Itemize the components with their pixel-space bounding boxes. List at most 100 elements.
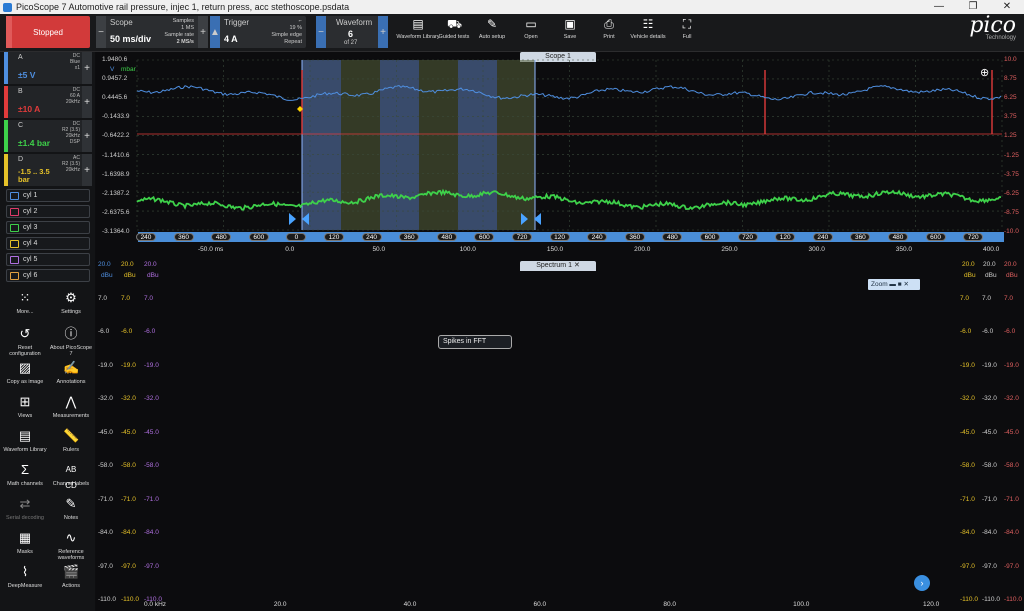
channel-b-plus-button[interactable]: + xyxy=(82,86,92,118)
timebase-increase-button[interactable]: + xyxy=(198,16,208,48)
channel-c[interactable]: C ±1.4 bar DC R2 (3.5) 20kHz DSP + xyxy=(4,120,92,152)
rulers-button[interactable]: 📏 Rulers xyxy=(48,426,94,464)
trigger-level[interactable]: 4 A xyxy=(224,34,238,44)
channel-b-range[interactable]: ±10 A xyxy=(18,104,40,114)
scope-left-tick: -3.1364.0 xyxy=(102,227,130,235)
waveform-prev-button[interactable]: − xyxy=(316,16,326,48)
crank-angle-label: 600 xyxy=(925,233,946,241)
channel-d[interactable]: D -1.5 .. 3.5 bar AC R2 (3.5) 20kHz + xyxy=(4,154,92,186)
spectrum-right-tick: -110.0 xyxy=(960,596,978,603)
wand-icon: ✎ xyxy=(486,17,498,31)
spectrum-right-tick-3: -58.0 xyxy=(1004,462,1019,470)
math-channel-cyl-6[interactable]: cyl 6 xyxy=(6,269,90,282)
measurements-button[interactable]: ⋀ Measurements xyxy=(48,392,94,430)
views-icon: ⊞ xyxy=(19,394,31,409)
zoom-overview-box[interactable]: Zoom ▬ ■ ✕ xyxy=(868,279,920,290)
spectrum-left-tick: 7.0 xyxy=(98,295,108,302)
full-screen-button[interactable]: ⛶ Full xyxy=(665,17,709,49)
serial-decoding-button[interactable]: ⇄ Serial decoding xyxy=(2,494,48,532)
channel-c-range[interactable]: ±1.4 bar xyxy=(18,138,50,148)
open-button[interactable]: ▭ Open xyxy=(509,17,553,49)
crank-angle-label: 120 xyxy=(549,233,570,241)
spectrum-x-tick: 20.0 xyxy=(273,601,287,608)
info-icon: ⓘ xyxy=(64,326,78,341)
scope-unit-mbar: mbar xyxy=(121,66,136,73)
channel-a-plus-button[interactable]: + xyxy=(82,52,92,84)
spectrum-unit-label: dBu xyxy=(101,272,113,279)
spectrum-ref-level: 20.0 xyxy=(98,261,111,268)
scope-right-tick: 1.25 xyxy=(1004,132,1017,140)
trigger-level-down-button[interactable]: ▲ xyxy=(210,16,220,48)
math-channel-cyl-1[interactable]: cyl 1 xyxy=(6,189,90,202)
spectrum-scroll-button[interactable]: › xyxy=(914,575,930,591)
vehicle-details-button[interactable]: ☷ Vehicle details xyxy=(626,17,670,49)
reference-waveforms-button[interactable]: ∿ Reference waveforms xyxy=(48,528,94,566)
spectrum-right-unit-label: dBu xyxy=(1006,272,1018,279)
actions-button[interactable]: 🎬 Actions xyxy=(48,562,94,600)
zoom-magnifier-icon[interactable]: ⊕ xyxy=(980,66,989,79)
channel-a-range[interactable]: ±5 V xyxy=(18,70,35,80)
scope-tab[interactable]: Scope 1 xyxy=(520,52,596,62)
main-toolbar: Stopped − Scope 50 ms/div Samples 1 MS Sa… xyxy=(0,14,1024,52)
print-button[interactable]: ⎙ Print xyxy=(587,17,631,49)
channel-labels-button[interactable]: AB CD Channel labels xyxy=(48,460,94,498)
scope-right-tick: -6.25 xyxy=(1004,189,1019,197)
waveform-next-button[interactable]: + xyxy=(378,16,388,48)
scope-left-tick: -1.6398.9 xyxy=(102,170,130,178)
scope-label: Scope xyxy=(110,18,133,27)
spectrum-right-tick-2: -58.0 xyxy=(982,462,997,470)
masks-button[interactable]: ▦ Masks xyxy=(2,528,48,566)
close-icon[interactable]: ✕ xyxy=(990,0,1024,14)
math-channel-cyl-4[interactable]: cyl 4 xyxy=(6,237,90,250)
waveform-current[interactable]: 6 xyxy=(348,29,353,39)
spectrum-left-tick: -19.0 xyxy=(98,361,113,369)
scope-right-tick: 8.75 xyxy=(1004,75,1017,83)
spectrum-left-tick: -6.0 xyxy=(98,328,110,336)
math-channels-button[interactable]: Σ Math channels xyxy=(2,460,48,498)
copy-as-image-button[interactable]: ▨ Copy as image xyxy=(2,358,48,396)
timebase-value[interactable]: 50 ms/div xyxy=(110,34,151,44)
run-stop-button[interactable]: Stopped xyxy=(6,16,90,48)
gear-icon: ⚙ xyxy=(65,290,77,305)
reset-configuration-button[interactable]: ↺ Reset configuration xyxy=(2,324,48,362)
scope-view[interactable] xyxy=(96,52,1024,259)
deepmeasure-button[interactable]: ⌇ DeepMeasure xyxy=(2,562,48,600)
close-tab-icon[interactable]: ✕ xyxy=(574,262,580,269)
image-icon: ▨ xyxy=(18,360,32,375)
save-button[interactable]: ▣ Save xyxy=(548,17,592,49)
channel-a[interactable]: A ±5 V DC Blue x1 + xyxy=(4,52,92,84)
math-channel-cyl-3[interactable]: cyl 3 xyxy=(6,221,90,234)
crank-angle-label: 360 xyxy=(850,233,871,241)
notes-icon: ✎ xyxy=(65,496,77,511)
about-button[interactable]: ⓘ About PicoScope 7 xyxy=(48,324,94,362)
math-channel-cyl-2[interactable]: cyl 2 xyxy=(6,205,90,218)
spectrum-left-tick-2: 7.0 xyxy=(121,295,131,302)
annotation-spikes[interactable]: Spikes in FFT xyxy=(438,335,512,349)
views-button[interactable]: ⊞ Views xyxy=(2,392,48,430)
math-channel-cyl-5[interactable]: cyl 5 xyxy=(6,253,90,266)
notes-button[interactable]: ✎ Notes xyxy=(48,494,94,532)
scope-time-tick: 250.0 xyxy=(721,246,738,253)
crank-angle-label: 720 xyxy=(963,233,984,241)
timebase-decrease-button[interactable]: − xyxy=(96,16,106,48)
crank-angle-label: 720 xyxy=(737,233,758,241)
spectrum-right-tick-3: -110.0 xyxy=(1004,596,1022,603)
spectrum-view[interactable] xyxy=(96,259,1024,611)
more-button[interactable]: ⁙ More... xyxy=(2,288,48,326)
auto-setup-button[interactable]: ✎ Auto setup xyxy=(470,17,514,49)
scope-time-tick: 350.0 xyxy=(895,246,913,253)
maximize-icon[interactable]: ❐ xyxy=(956,0,990,14)
channel-d-range[interactable]: -1.5 .. 3.5 bar xyxy=(18,168,62,184)
spectrum-right-tick-2: -84.0 xyxy=(982,529,997,537)
annotations-button[interactable]: ✍ Annotations xyxy=(48,358,94,396)
spectrum-tab[interactable]: Spectrum 1 ✕ xyxy=(520,261,596,271)
waveform-label: Waveform xyxy=(336,18,373,27)
waveform-library-side-button[interactable]: ▤ Waveform Library xyxy=(2,426,48,464)
settings-button[interactable]: ⚙ Settings xyxy=(48,288,94,326)
spectrum-left-tick-2: -32.0 xyxy=(121,395,136,403)
channel-b[interactable]: B ±10 A DC 60 A 20kHz + xyxy=(4,86,92,118)
crank-angle-label: 360 xyxy=(624,233,645,241)
channel-d-plus-button[interactable]: + xyxy=(82,154,92,186)
channel-c-plus-button[interactable]: + xyxy=(82,120,92,152)
minimize-icon[interactable]: — xyxy=(922,0,956,14)
